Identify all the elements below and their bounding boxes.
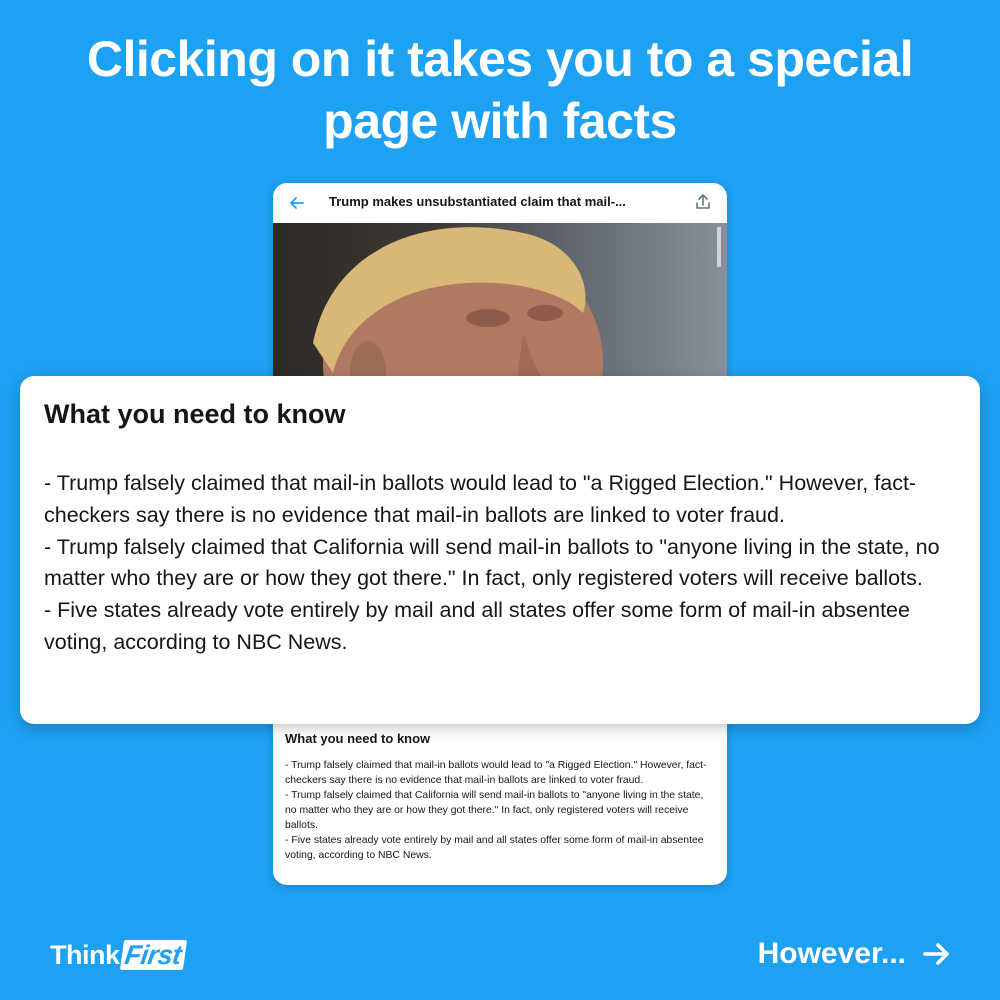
phone-header: Trump makes unsubstantiated claim that m… — [273, 183, 727, 223]
phone-fact-item: - Five states already vote entirely by m… — [285, 835, 704, 861]
logo-first: First — [119, 940, 187, 970]
overlay-facts-list: - Trump falsely claimed that mail-in bal… — [44, 468, 956, 659]
overlay-fact-item: - Five states already vote entirely by m… — [44, 598, 910, 654]
facts-overlay-card: What you need to know - Trump falsely cl… — [20, 376, 980, 724]
phone-facts-list: - Trump falsely claimed that mail-in bal… — [285, 758, 715, 863]
thinkfirst-logo: Think First — [50, 937, 187, 973]
article-title: Trump makes unsubstantiated claim that m… — [329, 194, 626, 209]
next-slide-link[interactable]: However... — [758, 934, 952, 974]
phone-fact-item: - Trump falsely claimed that mail-in bal… — [285, 760, 707, 786]
arrow-right-icon — [922, 939, 952, 969]
back-arrow-icon[interactable] — [287, 193, 307, 213]
phone-section-heading: What you need to know — [285, 731, 431, 746]
headline: Clicking on it takes you to a special pa… — [86, 31, 914, 149]
overlay-heading: What you need to know — [44, 399, 346, 429]
share-icon[interactable] — [693, 192, 713, 212]
next-label: However... — [757, 937, 906, 970]
overlay-fact-item: - Trump falsely claimed that California … — [44, 534, 940, 591]
logo-think: Think — [50, 939, 120, 970]
phone-facts-section: What you need to know - Trump falsely cl… — [285, 731, 715, 863]
overlay-fact-item: - Trump falsely claimed that mail-in bal… — [44, 471, 917, 527]
phone-fact-item: - Trump falsely claimed that California … — [285, 790, 704, 831]
